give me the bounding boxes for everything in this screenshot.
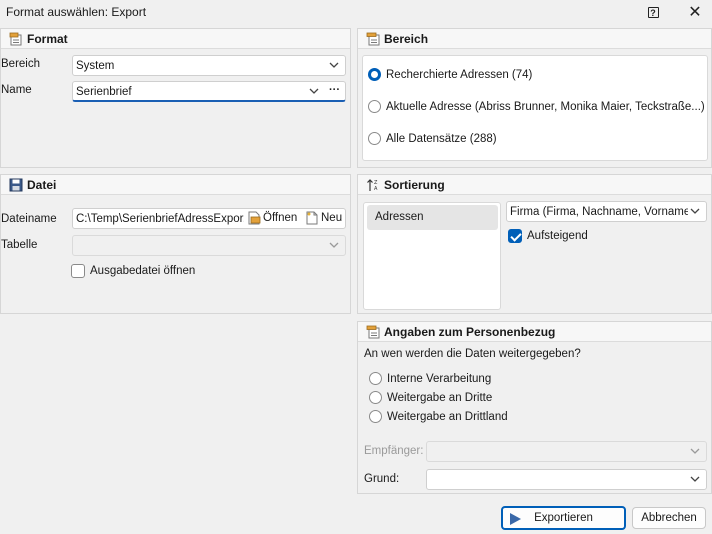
close-icon[interactable]: ✕ xyxy=(678,0,712,24)
ausgabedatei-checkbox[interactable] xyxy=(71,264,85,278)
personenbezug-option-drittland[interactable]: Weitergabe an Drittland xyxy=(369,410,508,423)
format-icon xyxy=(9,32,22,46)
bereich-value: System xyxy=(76,60,115,72)
chevron-down-icon xyxy=(690,476,700,482)
personenbezug-option-label: Weitergabe an Drittland xyxy=(387,410,508,423)
grund-combobox[interactable] xyxy=(426,469,707,490)
radio-unselected[interactable] xyxy=(369,410,382,423)
open-label: Öffnen xyxy=(263,212,298,224)
bereich-panel-title: Bereich xyxy=(384,32,429,46)
cancel-label: Abbrechen xyxy=(641,512,697,524)
sortierung-panel-title: Sortierung xyxy=(384,178,445,192)
sort-icon: Z A xyxy=(367,179,378,192)
bereich-option-label: Recherchierte Adressen (74) xyxy=(386,68,533,81)
radio-unselected[interactable] xyxy=(368,132,381,145)
dateiname-field[interactable]: C:\Temp\SerienbriefAdressExpor... Öffnen… xyxy=(72,208,346,229)
personenbezug-option-intern[interactable]: Interne Verarbeitung xyxy=(369,372,491,385)
chevron-down-icon xyxy=(329,62,339,68)
sortierung-panel: Z A Sortierung Adressen Firma (Firma, Na… xyxy=(357,174,712,314)
help-glyph: ? xyxy=(647,6,659,18)
new-file-button[interactable]: Neu xyxy=(305,211,342,225)
cancel-button[interactable]: Abbrechen xyxy=(632,507,706,529)
bereich-panel: Bereich Recherchierte Adressen (74) Aktu… xyxy=(357,28,712,168)
list-item-label: Adressen xyxy=(375,211,424,223)
personenbezug-panel-header: Angaben zum Personenbezug xyxy=(358,322,711,342)
name-label: Name xyxy=(1,84,32,96)
bereich-combobox[interactable]: System xyxy=(72,55,346,76)
empfaenger-combobox xyxy=(426,441,707,462)
name-value: Serienbrief xyxy=(76,86,132,98)
chevron-down-icon xyxy=(690,448,700,454)
new-file-icon xyxy=(306,211,318,225)
sort-field-value: Firma (Firma, Nachname, Vorname... xyxy=(510,206,688,218)
chevron-down-icon xyxy=(690,208,700,214)
tabelle-combobox xyxy=(72,235,346,256)
bereich-option-recherchierte[interactable]: Recherchierte Adressen (74) xyxy=(368,68,532,81)
export-label: Exportieren xyxy=(534,512,593,524)
list-item[interactable]: Adressen xyxy=(367,205,498,230)
aufsteigend-label: Aufsteigend xyxy=(527,230,588,242)
bereich-label: Bereich xyxy=(1,58,40,70)
format-panel-title: Format xyxy=(27,32,68,46)
personenbezug-option-label: Weitergabe an Dritte xyxy=(387,391,493,404)
open-file-button[interactable]: Öffnen xyxy=(247,211,297,225)
personenbezug-icon xyxy=(366,325,380,339)
personenbezug-question: An wen werden die Daten weitergegeben? xyxy=(364,348,581,360)
open-folder-icon xyxy=(248,211,261,225)
chevron-down-icon xyxy=(329,242,339,248)
radio-unselected[interactable] xyxy=(369,372,382,385)
datei-panel-header: Datei xyxy=(1,175,350,195)
bereich-panel-header: Bereich xyxy=(358,29,711,49)
datei-panel: Datei Dateiname C:\Temp\SerienbriefAdres… xyxy=(0,174,351,314)
datei-panel-title: Datei xyxy=(27,178,57,192)
personenbezug-option-dritte[interactable]: Weitergabe an Dritte xyxy=(369,391,492,404)
radio-unselected[interactable] xyxy=(369,391,382,404)
sort-field-combobox[interactable]: Firma (Firma, Nachname, Vorname... xyxy=(506,201,707,222)
personenbezug-option-label: Interne Verarbeitung xyxy=(387,372,492,385)
format-panel: Format Bereich System Name Serienbrief ·… xyxy=(0,28,351,168)
radio-unselected[interactable] xyxy=(368,100,381,113)
bereich-icon xyxy=(366,32,380,46)
bereich-option-label: Aktuelle Adresse (Abriss Brunner, Monika… xyxy=(386,100,705,113)
tabelle-label: Tabelle xyxy=(1,239,38,251)
grund-label: Grund: xyxy=(364,473,400,485)
more-options-button[interactable]: ··· xyxy=(329,84,340,96)
ausgabedatei-label: Ausgabedatei öffnen xyxy=(90,265,196,277)
svg-text:A: A xyxy=(374,186,378,192)
window-title: Format auswählen: Export xyxy=(6,5,147,19)
bereich-option-alle[interactable]: Alle Datensätze (288) xyxy=(368,132,497,145)
export-button[interactable]: Exportieren xyxy=(501,506,626,530)
title-bar: Format auswählen: Export ? ✕ xyxy=(0,0,712,24)
dateiname-value: C:\Temp\SerienbriefAdressExpor... xyxy=(76,213,244,225)
name-combobox[interactable]: Serienbrief ··· xyxy=(72,81,346,102)
play-icon xyxy=(510,513,521,525)
dateiname-label: Dateiname xyxy=(1,213,57,225)
empfaenger-label: Empfänger: xyxy=(364,445,424,457)
new-label: Neu xyxy=(321,212,343,224)
bereich-option-label: Alle Datensätze (288) xyxy=(386,132,497,145)
sortierung-panel-header: Z A Sortierung xyxy=(358,175,711,195)
save-icon xyxy=(9,178,23,192)
radio-selected[interactable] xyxy=(368,68,381,81)
chevron-down-icon xyxy=(309,88,319,94)
sort-list[interactable]: Adressen xyxy=(363,202,501,310)
format-panel-header: Format xyxy=(1,29,350,49)
personenbezug-panel: Angaben zum Personenbezug An wen werden … xyxy=(357,321,712,494)
bereich-option-aktuelle[interactable]: Aktuelle Adresse (Abriss Brunner, Monika… xyxy=(368,100,705,113)
help-icon[interactable]: ? xyxy=(636,0,670,24)
aufsteigend-checkbox[interactable] xyxy=(508,229,522,243)
personenbezug-panel-title: Angaben zum Personenbezug xyxy=(384,325,556,339)
